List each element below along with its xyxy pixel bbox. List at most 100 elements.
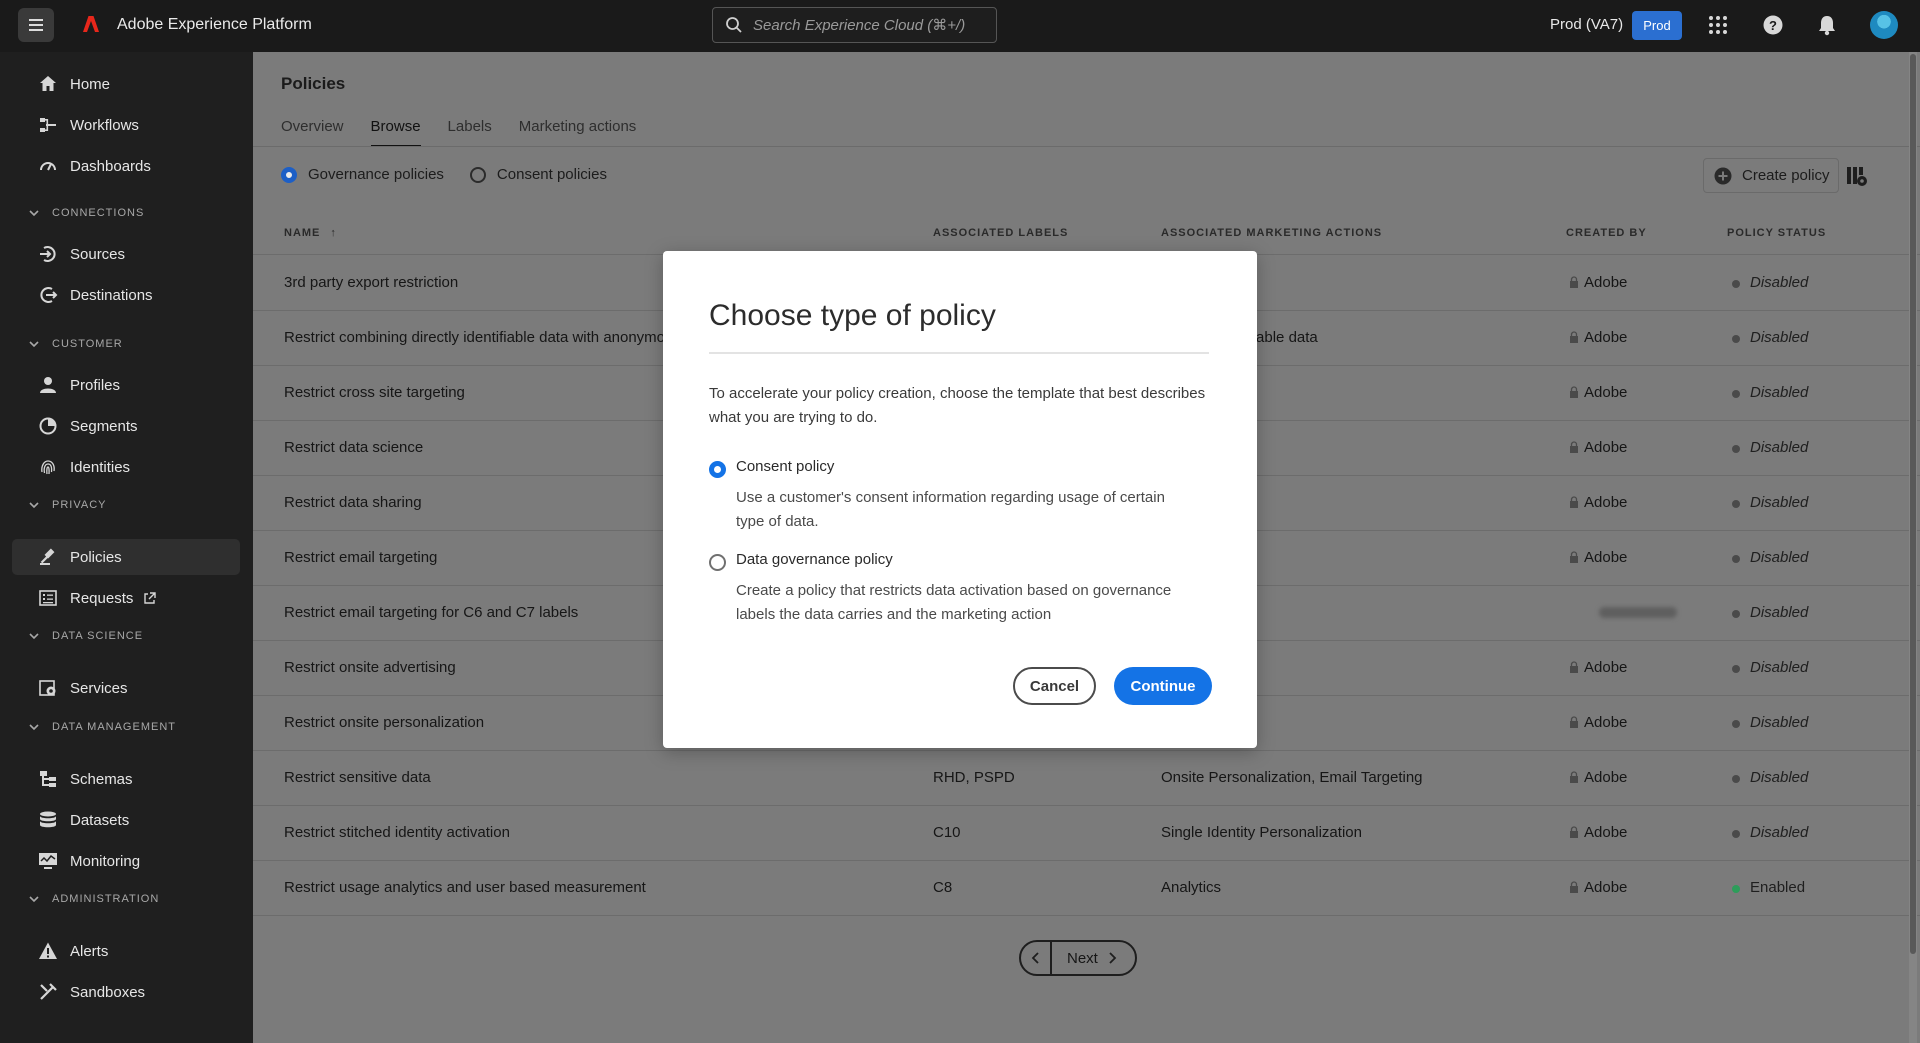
sidebar-item-home[interactable]: Home bbox=[12, 66, 240, 102]
segments-icon bbox=[39, 417, 57, 435]
lock-icon bbox=[1570, 441, 1578, 453]
section-data-management[interactable]: DATA MANAGEMENT bbox=[28, 719, 176, 735]
pagination: Next bbox=[1019, 940, 1137, 976]
policy-name[interactable]: Restrict stitched identity activation bbox=[284, 824, 510, 841]
policy-name[interactable]: Restrict sensitive data bbox=[284, 769, 431, 786]
section-customer[interactable]: CUSTOMER bbox=[28, 336, 123, 352]
sidebar-item-label: Profiles bbox=[70, 376, 121, 394]
sidebar-item-label: Home bbox=[70, 75, 111, 93]
sidebar-item-alerts[interactable]: Alerts bbox=[12, 933, 240, 969]
add-circle-icon bbox=[1714, 167, 1732, 184]
sandbox-badge[interactable]: Prod bbox=[1632, 11, 1682, 40]
avatar[interactable] bbox=[1870, 11, 1898, 39]
sidebar-item-destinations[interactable]: Destinations bbox=[12, 277, 240, 313]
sidebar-item-sandboxes[interactable]: Sandboxes bbox=[12, 974, 240, 1010]
chevron-down-icon bbox=[29, 896, 39, 903]
sidebar-item-requests[interactable]: Requests bbox=[12, 580, 240, 616]
option-description: Use a customer's consent information reg… bbox=[736, 489, 1165, 530]
policy-name[interactable]: 3rd party export restriction bbox=[284, 274, 458, 291]
consent-policy-radio[interactable] bbox=[709, 461, 726, 478]
chevron-down-icon bbox=[29, 502, 39, 509]
app-grid-icon[interactable] bbox=[1707, 14, 1729, 36]
fingerprint-icon bbox=[41, 460, 55, 475]
column-header-labels: ASSOCIATED LABELS bbox=[933, 227, 1069, 239]
org-switcher[interactable]: Prod (VA7) bbox=[1550, 16, 1623, 33]
policy-status: Disabled bbox=[1750, 274, 1809, 291]
table-row[interactable]: Restrict stitched identity activation C10… bbox=[253, 806, 1920, 861]
create-policy-button[interactable]: Create policy bbox=[1703, 158, 1839, 193]
sidebar-item-label: Sources bbox=[70, 245, 126, 263]
cancel-button[interactable]: Cancel bbox=[1013, 667, 1096, 705]
sort-ascending-icon[interactable]: ↑ bbox=[330, 227, 337, 239]
tab-browse[interactable]: Browse bbox=[370, 118, 421, 147]
previous-page-button[interactable] bbox=[1021, 942, 1052, 974]
table-row[interactable]: Restrict sensitive data RHD, PSPD Onsite P… bbox=[253, 751, 1920, 806]
consent-policies-radio[interactable] bbox=[469, 166, 486, 183]
tab-labels[interactable]: Labels bbox=[448, 118, 492, 147]
status-dot bbox=[1732, 885, 1740, 893]
sidebar-item-services[interactable]: Services bbox=[12, 670, 240, 706]
policy-name[interactable]: Restrict email targeting bbox=[284, 549, 437, 566]
sidebar-item-policies[interactable]: Policies bbox=[12, 539, 240, 575]
created-by: Adobe bbox=[1584, 329, 1628, 346]
datasets-icon bbox=[40, 811, 56, 828]
column-header-policy-status: POLICY STATUS bbox=[1727, 227, 1827, 239]
data-governance-policy-radio[interactable] bbox=[709, 554, 726, 571]
sidebar-item-datasets[interactable]: Datasets bbox=[12, 802, 240, 838]
policy-name[interactable]: Restrict data sharing bbox=[284, 494, 422, 511]
option-title[interactable]: Data governance policy bbox=[736, 551, 893, 568]
sidebar-item-workflows[interactable]: Workflows bbox=[12, 107, 240, 143]
policy-status: Disabled bbox=[1750, 604, 1809, 621]
status-dot bbox=[1732, 555, 1740, 563]
section-data-science[interactable]: DATA SCIENCE bbox=[28, 628, 143, 644]
policy-name[interactable]: Restrict cross site targeting bbox=[284, 384, 465, 401]
tab-marketing-actions[interactable]: Marketing actions bbox=[519, 118, 637, 147]
table-row[interactable]: Restrict usage analytics and user based … bbox=[253, 861, 1920, 916]
created-by: Adobe bbox=[1584, 439, 1628, 456]
section-administration[interactable]: ADMINISTRATION bbox=[28, 891, 159, 907]
created-by: Adobe bbox=[1584, 274, 1628, 291]
continue-button[interactable]: Continue bbox=[1114, 667, 1212, 705]
next-page-button[interactable]: Next bbox=[1067, 950, 1098, 967]
policy-name[interactable]: Restrict onsite personalization bbox=[284, 714, 484, 731]
sidebar-item-profiles[interactable]: Profiles bbox=[12, 367, 240, 403]
sidebar-item-identities[interactable]: Identities bbox=[12, 449, 240, 485]
sidebar-item-sources[interactable]: Sources bbox=[12, 236, 240, 272]
tab-overview[interactable]: Overview bbox=[281, 118, 344, 147]
governance-policies-label[interactable]: Governance policies bbox=[308, 166, 444, 183]
policy-name[interactable]: Restrict combining directly identifiable… bbox=[284, 329, 665, 346]
notification-bell-icon[interactable] bbox=[1816, 14, 1838, 36]
section-privacy[interactable]: PRIVACY bbox=[28, 497, 106, 513]
menu-icon[interactable] bbox=[18, 8, 54, 42]
workflows-icon bbox=[40, 118, 56, 132]
option-description: Create a policy that restricts data acti… bbox=[736, 582, 1172, 623]
destinations-icon bbox=[40, 287, 58, 303]
sidebar-item-dashboards[interactable]: Dashboards bbox=[12, 148, 240, 184]
chevron-right-icon[interactable] bbox=[1106, 952, 1118, 964]
sidebar-item-schemas[interactable]: Schemas bbox=[12, 761, 240, 797]
column-header-name[interactable]: NAME ↑ bbox=[284, 227, 337, 239]
sidebar-item-segments[interactable]: Segments bbox=[12, 408, 240, 444]
policy-name[interactable]: Restrict email targeting for C6 and C7 l… bbox=[284, 604, 578, 621]
help-icon[interactable]: ? bbox=[1762, 14, 1784, 36]
policy-name[interactable]: Restrict usage analytics and user based … bbox=[284, 879, 646, 896]
policy-name[interactable]: Restrict onsite advertising bbox=[284, 659, 456, 676]
policy-status: Disabled bbox=[1750, 769, 1809, 786]
scrollbar[interactable] bbox=[1909, 52, 1917, 1043]
governance-policies-radio[interactable] bbox=[281, 166, 297, 183]
chevron-down-icon bbox=[29, 724, 39, 731]
app-title[interactable]: Adobe Experience Platform bbox=[117, 16, 312, 34]
chevron-down-icon bbox=[29, 633, 39, 640]
policy-name[interactable]: Restrict data science bbox=[284, 439, 423, 456]
sidebar-item-monitoring[interactable]: Monitoring bbox=[12, 843, 240, 879]
column-settings-icon[interactable] bbox=[1846, 165, 1868, 187]
section-connections[interactable]: CONNECTIONS bbox=[28, 205, 144, 221]
svg-text:?: ? bbox=[1769, 18, 1777, 33]
sources-icon bbox=[40, 246, 56, 262]
divider bbox=[253, 146, 1920, 147]
search-input[interactable]: Search Experience Cloud (⌘+/) bbox=[712, 7, 997, 43]
consent-policies-label[interactable]: Consent policies bbox=[497, 166, 607, 183]
lock-icon bbox=[1570, 551, 1578, 563]
option-title[interactable]: Consent policy bbox=[736, 458, 834, 475]
sidebar-item-label: Schemas bbox=[70, 770, 133, 788]
